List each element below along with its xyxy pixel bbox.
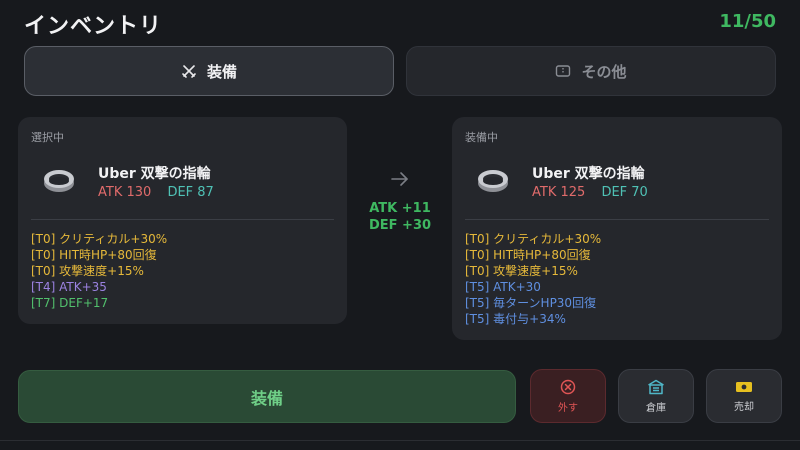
sell-button[interactable]: 売却 [706, 369, 782, 423]
atk-stat: ATK 125 [532, 185, 586, 200]
sell-label: 売却 [734, 401, 754, 413]
divider [0, 440, 800, 441]
def-diff: DEF +30 [368, 218, 432, 233]
divider [465, 219, 769, 220]
equipped-label: 装備中 [465, 131, 498, 144]
cash-icon [736, 381, 752, 392]
modifier-line: [T0] HIT時HP+80回復 [31, 248, 157, 262]
storage-button[interactable]: 倉庫 [618, 369, 694, 423]
selected-label: 選択中 [31, 131, 64, 144]
remove-label: 外す [558, 402, 578, 414]
inventory-count: 11/50 [719, 11, 776, 32]
storage-label: 倉庫 [646, 402, 666, 414]
modifier-list: [T0] クリティカル+30% [T0] HIT時HP+80回復 [T0] 攻撃速度… [465, 231, 601, 327]
item-name: Uber 双撃の指輪 [98, 166, 211, 182]
modifier-line: [T4] ATK+35 [31, 280, 107, 294]
stat-diff: ATK +11 DEF +30 [355, 200, 445, 234]
tab-equipment[interactable]: 装備 [24, 46, 394, 96]
modifier-line: [T5] 毎ターンHP30回復 [465, 296, 597, 310]
divider [31, 219, 334, 220]
tab-equipment-label: 装備 [206, 62, 237, 81]
atk-diff: ATK +11 [369, 201, 431, 216]
atk-stat: ATK 130 [98, 185, 152, 200]
ring-icon [478, 170, 508, 192]
x-circle-icon [560, 379, 576, 394]
item-stats: ATK 125 DEF 70 [532, 185, 648, 200]
modifier-line: [T0] クリティカル+30% [31, 232, 168, 246]
equip-button[interactable]: 装備 [18, 370, 516, 423]
crossed-swords-icon [181, 63, 197, 79]
def-stat: DEF 87 [167, 185, 214, 200]
modifier-line: [T5] ATK+30 [465, 280, 541, 294]
modifier-list: [T0] クリティカル+30% [T0] HIT時HP+80回復 [T0] 攻撃速度… [31, 231, 167, 311]
remove-button[interactable]: 外す [530, 369, 606, 423]
ticket-icon [555, 64, 571, 78]
selected-item-card[interactable]: 選択中 Uber 双撃の指輪 ATK 130 DEF 87 [T0] クリティカ… [18, 117, 347, 324]
tab-other-label: その他 [581, 62, 627, 81]
def-stat: DEF 70 [601, 185, 648, 200]
equipped-item-card[interactable]: 装備中 Uber 双撃の指輪 ATK 125 DEF 70 [T0] クリティカ… [452, 117, 782, 340]
tab-other[interactable]: その他 [406, 46, 776, 96]
page-title: インベントリ [24, 14, 163, 39]
item-name: Uber 双撃の指輪 [532, 166, 645, 182]
ring-icon [44, 170, 74, 192]
modifier-line: [T7] DEF+17 [31, 296, 109, 310]
modifier-line: [T0] クリティカル+30% [465, 232, 602, 246]
arrow-right-icon [391, 172, 408, 186]
warehouse-icon [648, 379, 664, 394]
item-stats: ATK 130 DEF 87 [98, 185, 214, 200]
modifier-line: [T0] HIT時HP+80回復 [465, 248, 591, 262]
modifier-line: [T0] 攻撃速度+15% [465, 264, 578, 278]
modifier-line: [T0] 攻撃速度+15% [31, 264, 144, 278]
modifier-line: [T5] 毒付与+34% [465, 312, 566, 326]
